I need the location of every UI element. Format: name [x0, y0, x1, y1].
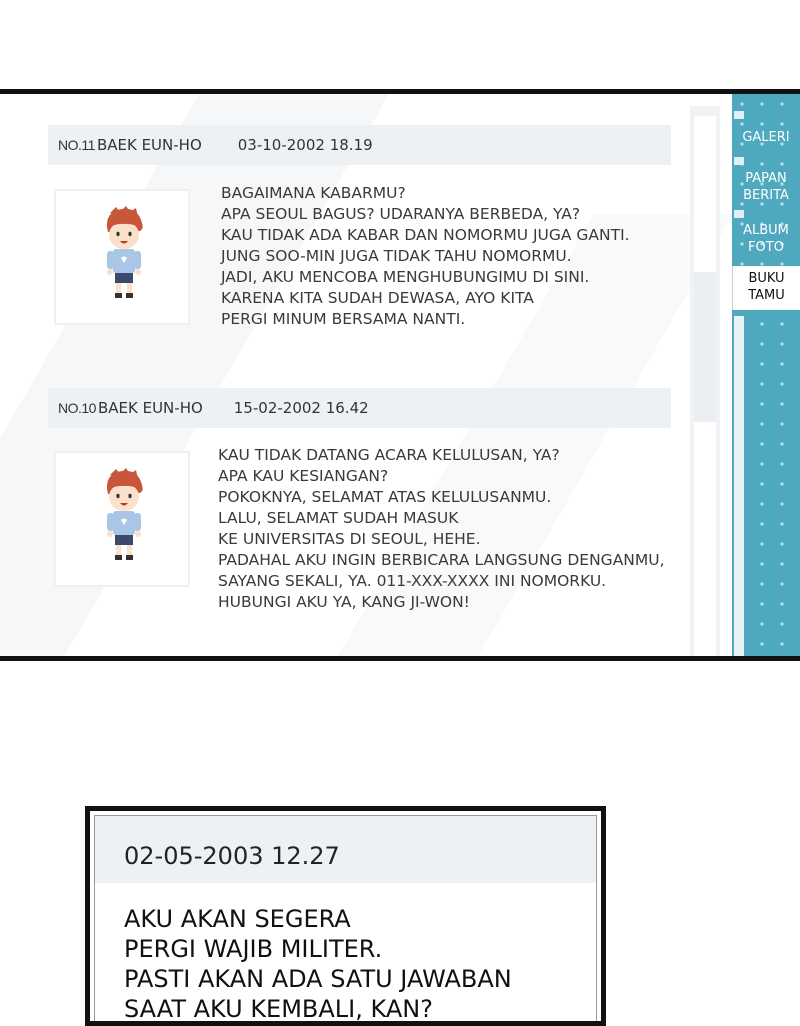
entry-message: KAU TIDAK DATANG ACARA KELULUSAN, YA? AP…: [218, 446, 665, 611]
entry-author[interactable]: BAEK EUN-HO: [98, 399, 203, 417]
avatar[interactable]: [54, 451, 190, 587]
scrollbar-thumb[interactable]: [694, 272, 716, 422]
boy-avatar-icon: [106, 468, 143, 560]
entry-number: NO.10: [58, 400, 96, 416]
tab-papan-berita[interactable]: PAPAN BERITA: [732, 170, 800, 204]
entry-date: 03-10-2002 18.19: [237, 136, 373, 154]
tab-divider: [734, 157, 744, 165]
entry-date: 15-02-2002 16.42: [233, 399, 369, 417]
dialog-header: 02-05-2003 12.27: [95, 816, 596, 883]
dialog-date: 02-05-2003 12.27: [124, 842, 340, 870]
message-dialog: 02-05-2003 12.27 AKU AKAN SEGERA PERGI W…: [85, 806, 606, 1026]
avatar[interactable]: [54, 189, 190, 325]
panel-edge: [734, 316, 744, 656]
tab-buku-tamu[interactable]: BUKU TAMU: [732, 266, 800, 310]
entry-author[interactable]: BAEK EUN-HO: [97, 136, 202, 154]
tab-album-foto[interactable]: ALBUM FOTO: [732, 222, 800, 256]
boy-avatar-icon: [106, 206, 143, 298]
entry-header: NO.10 BAEK EUN-HO 15-02-2002 16.42: [48, 388, 671, 428]
entry-number: NO.11: [58, 137, 95, 153]
entry-header: NO.11 BAEK EUN-HO 03-10-2002 18.19: [48, 125, 671, 165]
tab-galeri[interactable]: GALERI: [732, 129, 800, 146]
tab-divider: [734, 210, 744, 218]
entry-message: BAGAIMANA KABARMU? APA SEOUL BAGUS? UDAR…: [221, 184, 630, 328]
guestbook-window: NO.11 BAEK EUN-HO 03-10-2002 18.19 BAGAI…: [0, 89, 800, 661]
dialog-message: AKU AKAN SEGERA PERGI WAJIB MILITER. PAS…: [124, 905, 512, 1023]
guestbook-content: NO.11 BAEK EUN-HO 03-10-2002 18.19 BAGAI…: [0, 94, 690, 656]
tab-divider: [734, 111, 744, 119]
